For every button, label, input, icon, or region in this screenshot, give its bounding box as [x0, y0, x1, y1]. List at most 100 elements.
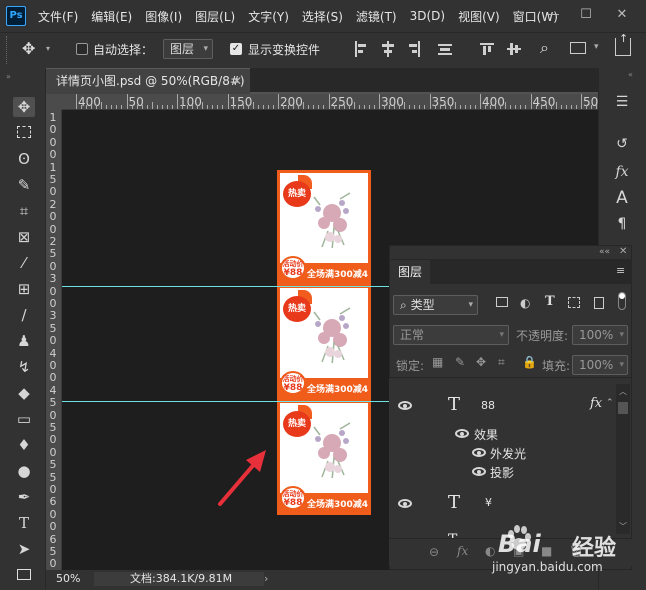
shape-filter-icon[interactable]: [568, 297, 580, 308]
effect-row[interactable]: 外发光: [389, 444, 616, 462]
lock-all-icon[interactable]: 🔒: [522, 355, 537, 369]
pixel-filter-icon[interactable]: [496, 297, 508, 307]
brush-tool-icon[interactable]: ∕: [13, 305, 35, 325]
menu-edit[interactable]: 编辑(E): [91, 8, 132, 25]
tab-layers[interactable]: 图层: [390, 260, 430, 285]
filter-toggle[interactable]: [618, 292, 626, 310]
effects-row[interactable]: 效果: [389, 425, 616, 443]
clone-stamp-tool-icon[interactable]: ♟: [13, 331, 35, 351]
menu-select[interactable]: 选择(S): [302, 8, 343, 25]
dodge-tool-icon[interactable]: ●: [13, 461, 35, 481]
add-style-icon[interactable]: fx: [457, 544, 468, 558]
align-left-icon[interactable]: [355, 41, 369, 57]
guide-line[interactable]: [62, 401, 390, 402]
blend-mode-dropdown[interactable]: 正常 ▾: [393, 325, 509, 345]
align-right-icon[interactable]: [406, 41, 420, 57]
type-tool-icon[interactable]: T: [13, 513, 35, 533]
menu-file[interactable]: 文件(F): [38, 8, 78, 25]
align-horizontal-icon[interactable]: [438, 41, 452, 57]
chevron-up-icon[interactable]: ⌃: [606, 398, 614, 408]
align-middle-icon[interactable]: [507, 41, 521, 57]
healing-brush-tool-icon[interactable]: ⊞: [13, 279, 35, 299]
history-icon[interactable]: ↺: [612, 134, 632, 154]
lock-image-icon[interactable]: ✎: [455, 355, 465, 369]
product-image[interactable]: 热卖 活动价 ¥88 全场满300减40: [277, 285, 371, 400]
move-tool-icon[interactable]: ✥: [22, 40, 42, 58]
path-select-tool-icon[interactable]: ➤: [13, 539, 35, 559]
menu-3d[interactable]: 3D(D): [410, 9, 445, 23]
opacity-field[interactable]: 100% ▾: [572, 325, 628, 345]
chevron-down-icon[interactable]: ▾: [594, 42, 599, 52]
product-image[interactable]: 热卖 活动价 ¥88 全场满300减40: [277, 170, 371, 285]
effect-row[interactable]: 投影: [389, 463, 616, 481]
layer-name[interactable]: ¥: [485, 496, 492, 509]
visibility-eye-icon[interactable]: [398, 499, 412, 508]
pen-tool-icon[interactable]: ✒: [13, 487, 35, 507]
visibility-eye-icon[interactable]: [472, 448, 486, 457]
blur-tool-icon[interactable]: ♦: [13, 435, 35, 455]
maximize-button[interactable]: ☐: [576, 5, 596, 25]
show-transform-checkbox[interactable]: ✓: [230, 43, 242, 55]
menu-filter[interactable]: 滤镜(T): [356, 8, 397, 25]
close-window-button[interactable]: ✕: [612, 5, 632, 25]
collapse-icon[interactable]: »: [6, 72, 11, 81]
fill-field[interactable]: 100% ▾: [572, 355, 628, 375]
quick-select-tool-icon[interactable]: ✎: [13, 175, 35, 195]
type-filter-icon[interactable]: T: [545, 294, 555, 309]
share-icon[interactable]: ↑: [615, 32, 631, 56]
smart-object-filter-icon[interactable]: [594, 297, 604, 309]
minimize-button[interactable]: —: [543, 5, 563, 25]
lasso-tool-icon[interactable]: ʘ: [13, 149, 35, 169]
menu-layer[interactable]: 图层(L): [195, 8, 235, 25]
marquee-tool-icon[interactable]: [13, 123, 35, 143]
ruler-label: 0: [49, 433, 57, 447]
visibility-eye-icon[interactable]: [455, 429, 469, 438]
align-top-icon[interactable]: [480, 41, 494, 57]
auto-select-checkbox[interactable]: [76, 43, 88, 55]
collapse-icon[interactable]: ««: [599, 247, 610, 257]
auto-select-target-dropdown[interactable]: 图层 ▾: [163, 39, 213, 59]
filter-kind-dropdown[interactable]: ⌕ 类型 ▾: [393, 295, 478, 315]
workspace-icon[interactable]: [570, 42, 586, 54]
close-panel-icon[interactable]: ✕: [619, 246, 627, 257]
search-icon[interactable]: ⌕: [540, 38, 549, 58]
move-tool-icon[interactable]: ✥: [13, 97, 35, 117]
frame-tool-icon[interactable]: ⊠: [13, 227, 35, 247]
crop-tool-icon[interactable]: ⌗: [13, 201, 35, 221]
close-tab-icon[interactable]: ✕: [232, 69, 242, 93]
visibility-eye-icon[interactable]: [398, 401, 412, 410]
menu-view[interactable]: 视图(V): [458, 8, 500, 25]
eyedropper-tool-icon[interactable]: ⁄: [13, 253, 35, 273]
adjustment-filter-icon[interactable]: ◐: [520, 296, 530, 310]
styles-icon[interactable]: fx: [612, 162, 632, 182]
rectangle-tool-icon[interactable]: [13, 565, 35, 585]
visibility-eye-icon[interactable]: [472, 467, 486, 476]
collapse-icon[interactable]: «: [628, 70, 633, 79]
lock-transparent-icon[interactable]: ▦: [432, 355, 443, 369]
gradient-tool-icon[interactable]: ▭: [13, 409, 35, 429]
layer-list-scrollbar[interactable]: ︿ ﹀: [616, 384, 630, 534]
align-center-icon[interactable]: [381, 41, 395, 57]
link-layers-icon[interactable]: ⊖: [429, 545, 439, 559]
lock-position-icon[interactable]: ✥: [476, 355, 486, 369]
menu-type[interactable]: 文字(Y): [248, 8, 289, 25]
horizontal-ruler[interactable]: 40050100150200250300350400450500: [62, 94, 598, 110]
layer-name[interactable]: 88: [481, 399, 495, 412]
document-tab[interactable]: 详情页小图.psd @ 50%(RGB/8#) ✕: [46, 68, 250, 94]
layer-row[interactable]: T 88 fx ⌃: [389, 390, 616, 422]
lock-artboard-icon[interactable]: ⌗: [498, 355, 505, 370]
zoom-level[interactable]: 50%: [56, 570, 80, 588]
properties-icon[interactable]: ☰: [612, 92, 632, 112]
chevron-right-icon[interactable]: ›: [264, 570, 268, 588]
eraser-tool-icon[interactable]: ◆: [13, 383, 35, 403]
paragraph-icon[interactable]: ¶: [612, 214, 632, 234]
character-icon[interactable]: A: [612, 188, 632, 208]
guide-line[interactable]: [62, 286, 390, 287]
vertical-ruler[interactable]: 1000150200250300350400450500550600650: [46, 110, 62, 570]
product-image[interactable]: 热卖 活动价 ¥88 全场满300减40: [277, 400, 371, 515]
layer-fx-icon[interactable]: fx: [590, 396, 602, 411]
panel-menu-icon[interactable]: ≡: [616, 264, 625, 277]
history-brush-tool-icon[interactable]: ↯: [13, 357, 35, 377]
menu-image[interactable]: 图像(I): [145, 8, 182, 25]
layer-row[interactable]: T ¥: [389, 488, 616, 520]
